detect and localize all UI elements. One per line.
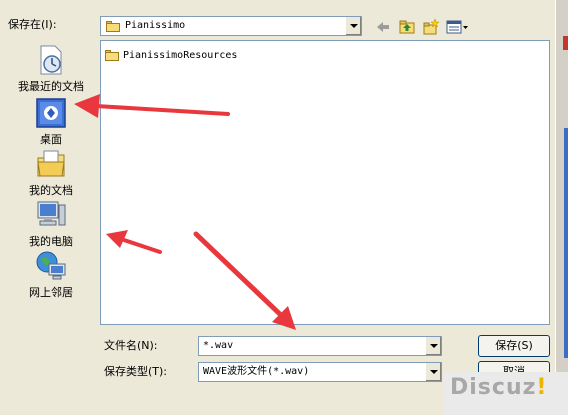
place-label: 我的电脑 [29,235,73,248]
view-menu-button[interactable] [446,18,470,36]
up-folder-icon [399,20,415,34]
up-one-level-button[interactable] [398,18,416,36]
place-my-computer[interactable]: 我的电脑 [4,199,98,249]
my-documents-icon [37,150,65,177]
filetype-select[interactable]: WAVE波形文件(*.wav) [198,362,442,382]
save-in-dropdown-arrow[interactable] [345,17,361,35]
save-dialog: 保存在(I): Pianissimo 我最近的文档 桌面 我的文档 我的电脑 网… [0,0,555,415]
filename-value: *.wav [203,340,234,351]
watermark-mark: ! [536,375,548,400]
new-folder-icon [423,18,440,35]
filetype-value: WAVE波形文件(*.wav) [203,366,310,377]
place-network[interactable]: 网上邻居 [4,250,98,300]
filename-label: 文件名(N): [104,339,158,352]
view-menu-icon [446,20,468,34]
red-marker [563,36,568,50]
save-in-combo[interactable]: Pianissimo [100,16,362,36]
place-label: 网上邻居 [29,286,73,299]
folder-icon [106,21,120,32]
place-label: 我最近的文档 [18,80,84,93]
file-list[interactable]: PianissimoResources [100,40,550,325]
watermark-text: Discuz [450,375,537,400]
back-arrow-icon [377,22,389,32]
save-button[interactable]: 保存(S) [478,335,550,357]
filename-dropdown-arrow[interactable] [425,337,441,355]
place-label: 桌面 [40,133,62,146]
background-window-edge [555,0,568,415]
file-name: PianissimoResources [123,50,238,61]
save-in-value: Pianissimo [125,20,186,31]
places-bar: 我最近的文档 桌面 我的文档 我的电脑 网上邻居 [4,42,94,332]
my-computer-icon [37,201,66,226]
filetype-label: 保存类型(T): [104,365,168,378]
place-desktop[interactable]: 桌面 [4,97,98,147]
network-places-icon [36,251,66,280]
save-in-label: 保存在(I): [8,18,57,31]
desktop-icon [36,98,66,128]
recent-documents-icon [40,45,62,75]
place-my-documents[interactable]: 我的文档 [4,148,98,198]
blue-strip [564,128,568,358]
list-item[interactable]: PianissimoResources [105,49,237,63]
place-label: 我的文档 [29,184,73,197]
filename-input[interactable]: *.wav [198,336,442,356]
filetype-dropdown-arrow[interactable] [425,363,441,381]
place-recent-documents[interactable]: 我最近的文档 [4,44,98,94]
discuz-watermark: Discuz! [444,372,568,415]
back-button[interactable] [374,18,392,36]
folder-icon [105,50,119,61]
new-folder-button[interactable] [422,18,440,36]
